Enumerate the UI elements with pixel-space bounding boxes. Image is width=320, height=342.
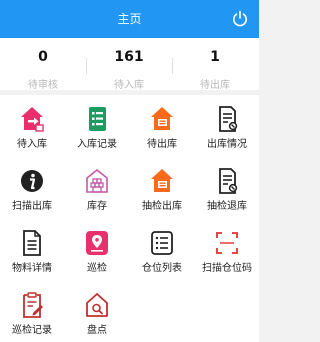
menu-item-label: 盘点 — [87, 325, 107, 336]
menu-item-sample-return[interactable]: 抽检退库 — [195, 157, 259, 217]
scan-icon — [216, 232, 238, 254]
info-icon — [21, 170, 43, 192]
menu-item-scan-outbound[interactable]: 扫描出库 — [0, 157, 64, 217]
check-out-house-icon — [151, 169, 173, 192]
outbound-house-icon — [151, 107, 173, 130]
menu-item-label: 出库情况 — [207, 139, 247, 150]
menu-item-location-list[interactable]: 仓位列表 — [130, 219, 194, 279]
stat-pending-outbound[interactable]: 1 待出库 — [172, 38, 258, 91]
stats-bar: 0 待审核 161 待入库 1 待出库 — [0, 38, 259, 91]
menu-item-outbound-status[interactable]: 出库情况 — [195, 95, 259, 155]
menu-item-label: 待入库 — [17, 139, 47, 150]
stat-value: 1 — [210, 49, 220, 65]
menu-item-sample-outbound[interactable]: 抽检出库 — [130, 157, 194, 217]
document-icon — [219, 106, 238, 132]
power-icon[interactable] — [231, 10, 249, 28]
page-title: 主页 — [117, 12, 142, 26]
record-list-icon — [89, 107, 106, 131]
menu-item-material-details[interactable]: 物料详情 — [0, 219, 64, 279]
menu-item-label: 仓位列表 — [142, 263, 182, 274]
warehouse-icon — [86, 168, 108, 193]
stat-value: 0 — [38, 49, 48, 65]
menu-item-inventory[interactable]: 库存 — [65, 157, 129, 217]
file-detail-icon — [23, 230, 41, 256]
menu-item-label: 巡检记录 — [12, 325, 52, 336]
menu-item-label: 抽检出库 — [142, 201, 182, 212]
inbound-house-icon — [21, 107, 44, 132]
stat-pending-review[interactable]: 0 待审核 — [0, 38, 86, 91]
menu-item-pending-inbound[interactable]: 待入库 — [0, 95, 64, 155]
location-icon — [86, 231, 108, 255]
menu-item-label: 待出库 — [147, 139, 177, 150]
menu-item-inbound-records[interactable]: 入库记录 — [65, 95, 129, 155]
inventory-house-icon — [86, 293, 108, 317]
app-header: 主页 — [0, 0, 259, 38]
menu-item-stocktake[interactable]: 盘点 — [65, 281, 129, 341]
stat-label: 待审核 — [28, 80, 58, 91]
menu-item-label: 扫描出库 — [12, 201, 52, 212]
menu-item-label: 入库记录 — [77, 139, 117, 150]
menu-item-scan-location-code[interactable]: 扫描仓位码 — [195, 219, 259, 279]
document-return-icon — [219, 168, 238, 194]
menu-item-pending-outbound[interactable]: 待出库 — [130, 95, 194, 155]
list-icon — [151, 231, 173, 255]
menu-item-label: 抽检退库 — [207, 201, 247, 212]
menu-grid: 待入库 入库记录 待出库 出库情况 扫描出库 库存 抽检出库 抽检退库 物料详情… — [0, 95, 259, 342]
stat-value: 161 — [114, 49, 144, 65]
stat-label: 待出库 — [200, 80, 230, 91]
menu-item-inspection-records[interactable]: 巡检记录 — [0, 281, 64, 341]
menu-item-inspection[interactable]: 巡检 — [65, 219, 129, 279]
menu-item-label: 物料详情 — [12, 263, 52, 274]
menu-item-label: 库存 — [87, 201, 107, 212]
stat-pending-inbound[interactable]: 161 待入库 — [86, 38, 172, 91]
inspection-record-icon — [23, 292, 43, 318]
menu-item-label: 扫描仓位码 — [202, 263, 252, 274]
stat-label: 待入库 — [114, 80, 144, 91]
menu-item-label: 巡检 — [87, 263, 107, 274]
